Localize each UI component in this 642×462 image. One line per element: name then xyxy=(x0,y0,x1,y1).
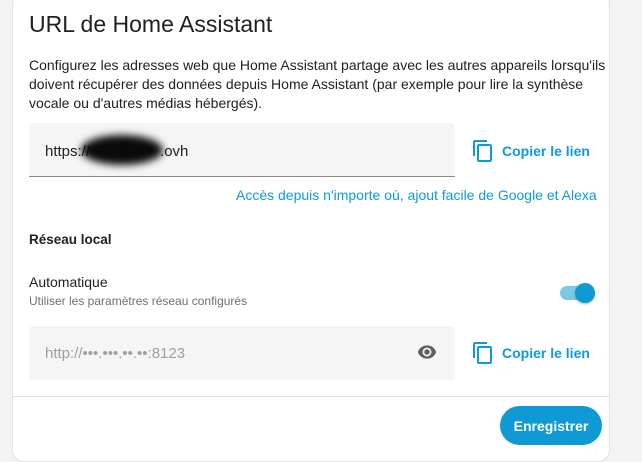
copy-external-link-button[interactable]: Copier le lien xyxy=(471,137,590,165)
copy-local-link-label: Copier le lien xyxy=(502,345,590,361)
card-title: URL de Home Assistant xyxy=(29,11,273,37)
local-network-heading: Réseau local xyxy=(29,232,112,247)
content-copy-icon xyxy=(473,342,492,364)
eye-icon[interactable] xyxy=(417,344,437,360)
external-url-suffix: .ovh xyxy=(160,143,189,160)
toggle-knob xyxy=(575,283,595,303)
copy-external-link-label: Copier le lien xyxy=(502,143,590,159)
automatic-label: Automatique xyxy=(29,274,108,290)
content-copy-icon xyxy=(473,140,492,162)
redaction-blur xyxy=(81,135,163,165)
card-description: Configurez les adresses web que Home Ass… xyxy=(29,57,606,111)
copy-local-link-button[interactable]: Copier le lien xyxy=(471,339,590,367)
card-actions-divider xyxy=(13,396,609,397)
automatic-toggle[interactable] xyxy=(560,282,596,304)
automatic-description: Utiliser les paramètres réseau configuré… xyxy=(29,294,248,308)
cloud-access-link[interactable]: Accès depuis n'importe où, ajout facile … xyxy=(236,187,597,203)
local-url-field[interactable]: http://•••.•••.••.••:8123 xyxy=(29,326,455,380)
save-button[interactable]: Enregistrer xyxy=(500,406,602,445)
local-url-value: http://•••.•••.••.••:8123 xyxy=(45,345,186,362)
